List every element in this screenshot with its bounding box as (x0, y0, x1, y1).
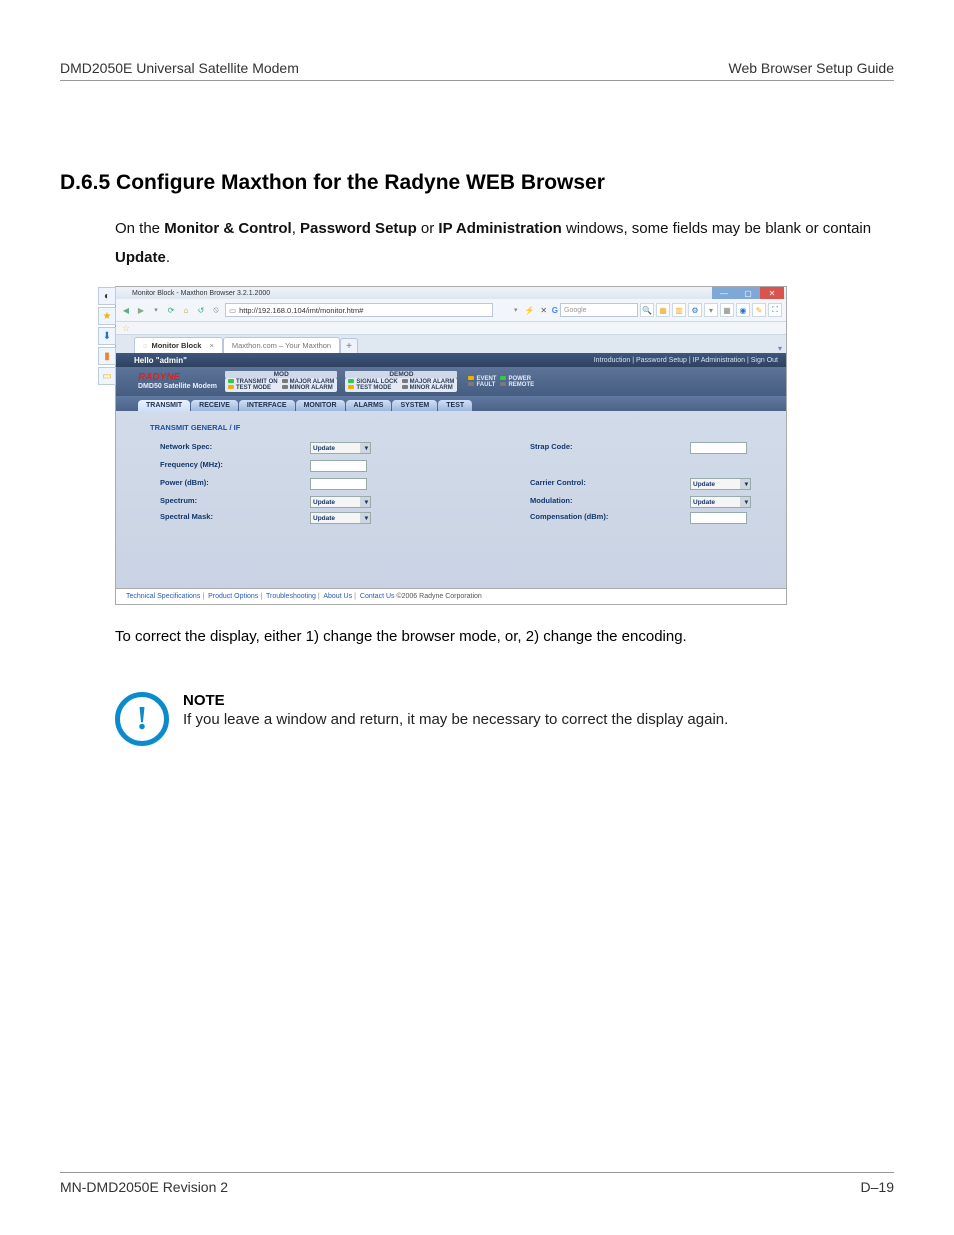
form-panel: TRANSMIT GENERAL / IF Network Spec: Upda… (116, 411, 786, 588)
footer-right: D–19 (861, 1179, 894, 1195)
intro-paragraph: On the Monitor & Control, Password Setup… (115, 215, 894, 272)
home-icon[interactable]: ⌂ (180, 304, 192, 316)
window-titlebar: Monitor Block - Maxthon Browser 3.2.1.20… (116, 287, 786, 299)
app-footer: Technical Specifications| Product Option… (116, 588, 786, 604)
section-number: D.6.5 (60, 171, 110, 194)
star-icon[interactable]: ★ (98, 307, 116, 325)
header-right: Web Browser Setup Guide (729, 60, 895, 76)
google-logo-icon: G (552, 306, 558, 315)
nav-tab-system[interactable]: SYSTEM (392, 400, 437, 411)
note-title: NOTE (183, 692, 728, 709)
address-bar: ◀ ▶ ▾ ⟳ ⌂ ↺ ⦸ ▭ http://192.168.0.104/imt… (116, 299, 786, 322)
nav-tab-interface[interactable]: INTERFACE (239, 400, 295, 411)
frequency-input[interactable] (310, 460, 367, 472)
footer-left: MN-DMD2050E Revision 2 (60, 1179, 228, 1195)
status-band: RADYNE DMD50 Satellite Modem MOD TRANSMI… (116, 367, 786, 396)
forward-icon[interactable]: ▶ (135, 304, 147, 316)
window-title: Monitor Block - Maxthon Browser 3.2.1.20… (118, 290, 270, 297)
header-left: DMD2050E Universal Satellite Modem (60, 60, 299, 76)
greeting-bar: Hello "admin" Introduction | Password Se… (116, 353, 786, 367)
spectral-mask-select[interactable]: Update▾ (310, 512, 371, 524)
power-input[interactable] (310, 478, 367, 490)
favorite-star-icon[interactable]: ☆ (122, 323, 130, 334)
window-icon[interactable]: ▭ (98, 367, 116, 385)
close-tab-icon[interactable]: × (209, 341, 213, 350)
greeting-text: Hello "admin" (134, 356, 187, 365)
vertical-toolbar: ◐ ★ ⬇ ▮ ▭ (98, 287, 116, 385)
strap-code-input[interactable] (690, 442, 747, 454)
nav-tab-alarms[interactable]: ALARMS (346, 400, 392, 411)
tab-overflow-icon[interactable]: ▾ (774, 344, 786, 353)
note-icon: ! (115, 692, 169, 746)
tab-monitor-block[interactable]: ◌ Monitor Block × (134, 337, 223, 353)
search-input[interactable]: Google (560, 303, 638, 317)
tab-maxthon[interactable]: Maxthon.com – Your Maxthon (223, 337, 340, 353)
section-title-text: Configure Maxthon for the Radyne WEB Bro… (116, 171, 605, 194)
browser-screenshot: ◐ ★ ⬇ ▮ ▭ Monitor Block - Maxthon Browse… (115, 286, 787, 605)
nav-tab-monitor[interactable]: MONITOR (296, 400, 345, 411)
note-block: ! NOTE If you leave a window and return,… (115, 692, 894, 746)
rss-icon[interactable]: ▮ (98, 347, 116, 365)
new-tab-button[interactable]: + (340, 338, 358, 353)
after-paragraph: To correct the display, either 1) change… (115, 623, 894, 652)
nav-tab-receive[interactable]: RECEIVE (191, 400, 238, 411)
close-button[interactable]: ✕ (760, 287, 784, 299)
note-body: If you leave a window and return, it may… (183, 711, 728, 728)
stop-icon[interactable]: ⦸ (210, 304, 222, 316)
brand-logo: RADYNE (138, 373, 217, 383)
refresh-icon[interactable]: ⟳ (165, 304, 177, 316)
minimize-button[interactable]: — (712, 287, 736, 299)
modulation-select[interactable]: Update▾ (690, 496, 751, 508)
download-icon[interactable]: ⬇ (98, 327, 116, 345)
nav-tab-test[interactable]: TEST (438, 400, 472, 411)
page-footer: MN-DMD2050E Revision 2 D–19 (60, 1172, 894, 1195)
network-spec-select[interactable]: Update▾ (310, 442, 371, 454)
section-heading: D.6.5 Configure Maxthon for the Radyne W… (60, 171, 894, 195)
globe-icon[interactable]: ◐ (98, 287, 116, 305)
maximize-button[interactable]: ▢ (736, 287, 760, 299)
model-name: DMD50 Satellite Modem (138, 383, 217, 390)
tab-strip: ◌ Monitor Block × Maxthon.com – Your Max… (116, 335, 786, 353)
nav-tab-transmit[interactable]: TRANSMIT (138, 400, 190, 411)
history-icon[interactable]: ↺ (195, 304, 207, 316)
panel-breadcrumb: TRANSMIT GENERAL / IF (150, 419, 766, 442)
bolt-icon[interactable]: ⚡ (524, 304, 536, 316)
app-nav-tabs: TRANSMIT RECEIVE INTERFACE MONITOR ALARM… (116, 396, 786, 411)
carrier-control-select[interactable]: Update▾ (690, 478, 751, 490)
back-icon[interactable]: ◀ (120, 304, 132, 316)
top-links[interactable]: Introduction | Password Setup | IP Admin… (594, 357, 778, 364)
page-header: DMD2050E Universal Satellite Modem Web B… (60, 60, 894, 81)
search-button[interactable]: 🔍 (640, 303, 654, 317)
compensation-input[interactable] (690, 512, 747, 524)
spectrum-select[interactable]: Update▾ (310, 496, 371, 508)
url-input[interactable]: ▭ http://192.168.0.104/imt/monitor.htm# (225, 303, 493, 317)
favorites-bar: ☆ (116, 322, 786, 335)
